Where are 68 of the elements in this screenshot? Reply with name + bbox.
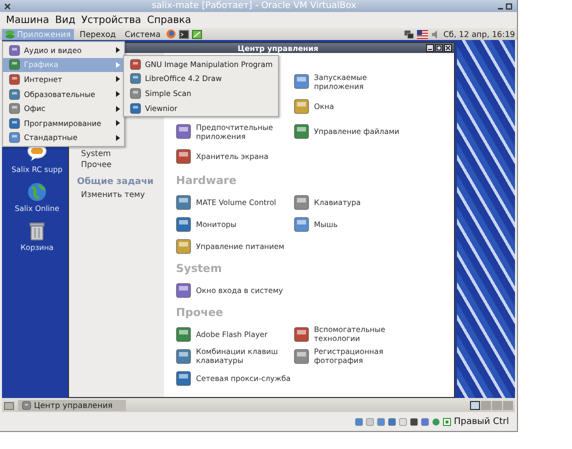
tile-icon (294, 348, 309, 364)
trash-icon[interactable] (26, 221, 47, 241)
submenu-arrow-icon (116, 106, 120, 112)
menu-item[interactable]: Машина (3, 14, 52, 26)
sidebar-item[interactable]: Изменить тему (81, 190, 164, 199)
taskbar-button[interactable]: Центр управления (18, 400, 126, 410)
sidebar-item[interactable]: Прочее (81, 160, 164, 169)
submenu-arrow-icon (116, 134, 120, 141)
submenu-arrow-icon (116, 76, 120, 82)
tile-icon (176, 194, 191, 210)
tile-icon (176, 238, 191, 254)
clock[interactable]: Сб, 12 апр, 16:19 (443, 30, 515, 38)
sidebar-item[interactable]: System (81, 149, 164, 158)
category-icon (9, 88, 20, 100)
window-icon (22, 400, 31, 410)
tile-icon (176, 149, 191, 164)
maximize-icon[interactable] (504, 2, 513, 10)
category-icon (9, 132, 20, 144)
host-key-label: Правый Ctrl (454, 416, 509, 426)
submenu-arrow-icon (116, 62, 120, 68)
category-icon (9, 44, 20, 56)
tile-icon (294, 194, 309, 210)
category-icon (9, 59, 20, 70)
tile-icon (294, 124, 309, 139)
sidebar-heading: Общие задачи (77, 177, 155, 187)
category-icon (9, 118, 20, 129)
workspace-cell[interactable] (503, 400, 513, 410)
app-icon (130, 58, 141, 70)
submenu-arrow-icon (116, 120, 120, 126)
browser-icon[interactable] (166, 29, 176, 39)
tile-icon (176, 124, 191, 139)
category-icon (9, 103, 20, 114)
tile-icon (176, 370, 191, 386)
menu-item[interactable]: Справка (144, 14, 194, 26)
section-heading: Hardware (176, 172, 238, 188)
tile-icon (176, 282, 191, 298)
tile-icon (176, 216, 191, 232)
submenu-arrow-icon (116, 47, 120, 54)
panel-menu[interactable]: Система (122, 28, 164, 40)
stack-icon (5, 30, 15, 38)
window-title: salix-mate [Работает] - Oracle VM VirtualBox (150, 1, 358, 11)
menu-item[interactable]: Вид (52, 14, 78, 26)
category-icon (9, 74, 20, 85)
tile-icon (176, 326, 191, 342)
close-icon[interactable] (4, 2, 11, 10)
capture-icon[interactable] (442, 418, 451, 426)
app-icon (130, 102, 141, 114)
minimize-icon[interactable] (426, 44, 434, 52)
submenu-arrow-icon (116, 91, 120, 98)
panel-menu[interactable]: Переход (76, 28, 119, 40)
close-icon[interactable] (444, 44, 452, 52)
app-icon (130, 88, 141, 99)
terminal-icon[interactable] (179, 30, 190, 38)
section-heading: Прочее (176, 304, 224, 320)
section-heading: System (176, 260, 223, 276)
tile-icon (294, 74, 309, 89)
maximize-icon[interactable] (435, 44, 443, 52)
workspace-cell[interactable] (470, 400, 480, 410)
tile-icon (294, 99, 309, 114)
app-icon (130, 73, 141, 84)
tile-icon (176, 348, 191, 364)
tile-icon (294, 216, 309, 232)
workspace-cell[interactable] (492, 400, 502, 410)
workspace-switcher[interactable] (470, 400, 513, 410)
tile-icon (294, 326, 309, 342)
flag-icon[interactable] (417, 30, 428, 38)
menu-item[interactable]: Устройства (78, 14, 144, 26)
workspace-cell[interactable] (481, 400, 491, 410)
